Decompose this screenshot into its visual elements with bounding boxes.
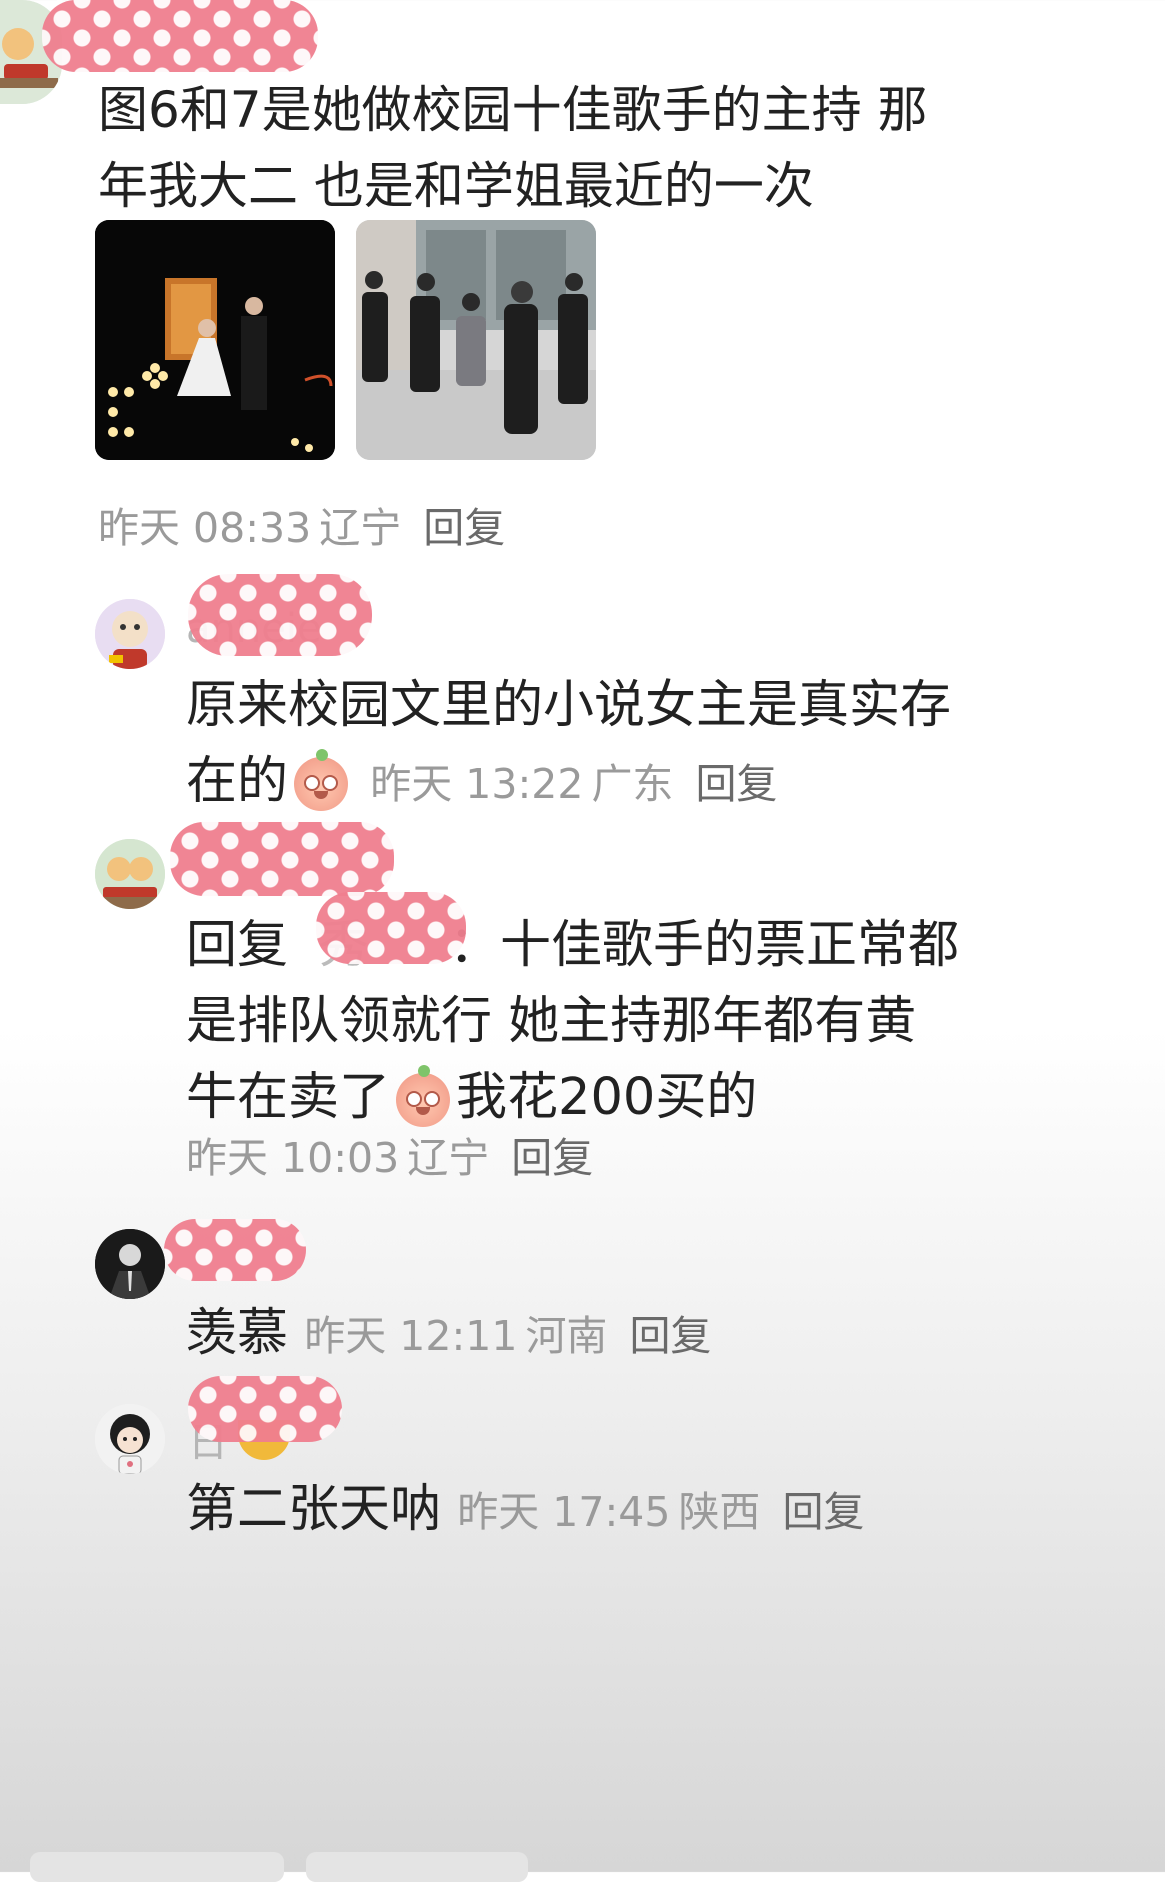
avatar-reply-3[interactable] <box>95 1229 165 1299</box>
reply-2-location: 辽宁 <box>407 1134 490 1182</box>
reply-4-time: 昨天 17:45 <box>457 1488 671 1536</box>
reply-2-meta: 昨天 10:03 辽宁 回复 <box>186 1124 593 1184</box>
peach-wow-emoji-icon <box>294 749 349 811</box>
redacted-username <box>170 822 394 896</box>
shiba-avatar-icon <box>95 839 165 909</box>
reply-3-time: 昨天 12:11 <box>304 1312 518 1360</box>
reply-1-location: 广东 <box>591 760 674 808</box>
reply-1-meta: 昨天 13:22 广东 回复 <box>370 760 777 808</box>
redacted-username <box>188 574 372 656</box>
stage-photo-image <box>95 220 335 460</box>
reply-4-meta: 昨天 17:45 陕西 回复 <box>457 1488 864 1536</box>
avatar-reply-1[interactable] <box>95 599 165 669</box>
hallway-photo-image <box>356 220 596 460</box>
reply-3-meta: 昨天 12:11 河南 回复 <box>304 1312 711 1360</box>
reply-4-text: 第二张天呐 <box>186 1480 442 1539</box>
redacted-username <box>42 0 318 72</box>
redacted-mention <box>316 892 466 964</box>
post-time: 昨天 08:33 <box>98 504 312 552</box>
reply-4-reply-button[interactable]: 回复 <box>782 1488 864 1536</box>
redacted-username <box>164 1219 306 1281</box>
bottom-bar-left[interactable] <box>30 1852 284 1882</box>
post-reply-button[interactable]: 回复 <box>423 504 505 552</box>
reply-3-text: 羡慕 <box>186 1304 289 1363</box>
avatar-reply-2[interactable] <box>95 839 165 909</box>
reply-2-text: 回复秀：十佳歌手的票正常都是排队领就行 她主持那年都有黄牛在卖了我花200买的 <box>186 908 966 1136</box>
reply-3-line: 羡慕 昨天 12:11 河南 回复 <box>186 1296 711 1374</box>
post-location: 辽宁 <box>319 504 402 552</box>
peach-crying-emoji-icon <box>396 1065 451 1127</box>
cartoon-baby-avatar-icon <box>95 599 165 669</box>
reply-2-time: 昨天 10:03 <box>186 1134 400 1182</box>
post-text: 图6和7是她做校园十佳歌手的主持 那年我大二 也是和学姐最近的一次 <box>98 81 928 215</box>
reply-4-line: 第二张天呐 昨天 17:45 陕西 回复 <box>186 1472 864 1550</box>
reply-4-location: 陕西 <box>678 1488 761 1536</box>
reply-2-reply-button[interactable]: 回复 <box>511 1134 593 1182</box>
reply-3-location: 河南 <box>525 1312 608 1360</box>
post-photo-hallway[interactable] <box>356 220 596 460</box>
reply-1-time: 昨天 13:22 <box>370 760 584 808</box>
reply-1-text: 原来校园文里的小说女主是真实存在的 昨天 13:22 广东 回复 <box>186 668 976 822</box>
man-in-suit-avatar-icon <box>95 1229 165 1299</box>
reply-2-body-end: 我花200买的 <box>456 1068 758 1127</box>
reply-3-reply-button[interactable]: 回复 <box>629 1312 711 1360</box>
avatar-reply-4[interactable] <box>95 1404 165 1474</box>
redacted-username <box>188 1376 342 1442</box>
girl-cartoon-avatar-icon <box>95 1404 165 1474</box>
bottom-bar-right[interactable] <box>306 1852 528 1882</box>
reply-2-prefix: 回复 <box>186 916 289 975</box>
post-photo-stage[interactable] <box>95 220 335 460</box>
reply-1-reply-button[interactable]: 回复 <box>695 760 777 808</box>
post-meta: 昨天 08:33 辽宁 回复 <box>98 494 505 554</box>
